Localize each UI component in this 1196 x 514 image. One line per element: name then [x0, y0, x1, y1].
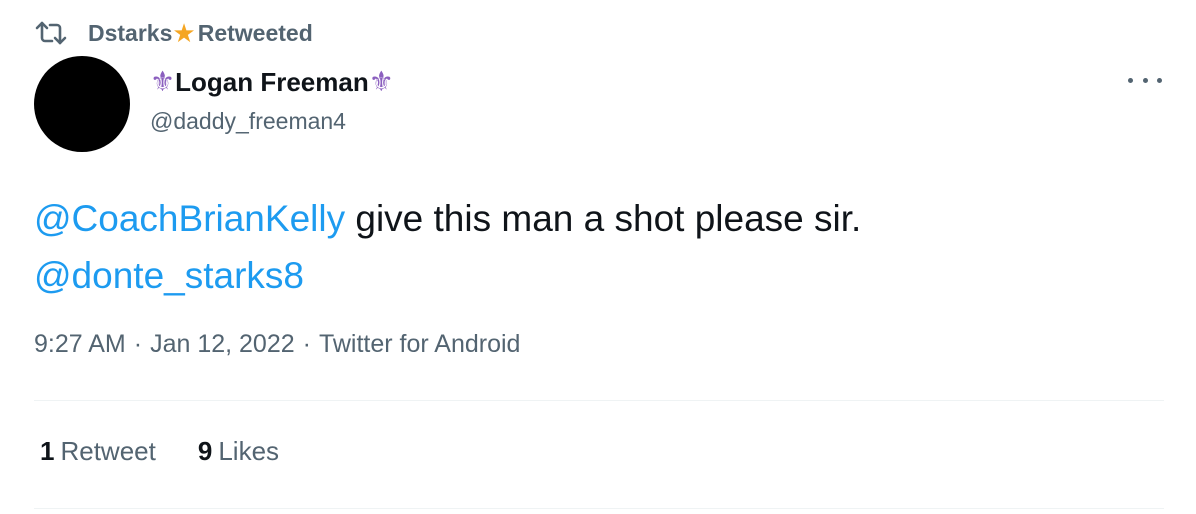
avatar[interactable]: [34, 56, 130, 152]
fleur-de-lis-icon: ⚜: [368, 66, 394, 97]
divider: [34, 400, 1164, 401]
retweets-label: Retweet: [60, 436, 156, 466]
mention-link[interactable]: @donte_starks8: [34, 255, 304, 296]
tweet-date[interactable]: Jan 12, 2022: [150, 330, 295, 359]
separator: ·: [302, 330, 311, 358]
retweeter-name[interactable]: Dstarks: [88, 20, 172, 47]
tweet-stats: 1 Retweet 9 Likes: [40, 436, 321, 467]
likes-stat[interactable]: 9 Likes: [198, 436, 279, 467]
dot: [1142, 77, 1148, 83]
mention-link[interactable]: @CoachBrianKelly: [34, 198, 345, 239]
tweet-body: give this man a shot please sir.: [345, 198, 862, 239]
retweet-icon: [34, 20, 68, 46]
dot: [1128, 77, 1133, 83]
fleur-de-lis-icon: ⚜: [150, 66, 176, 97]
retweeted-label: Retweeted: [197, 19, 313, 46]
divider: [34, 508, 1164, 509]
more-options-icon[interactable]: [1128, 70, 1162, 90]
tweet-text: @CoachBrianKelly give this man a shot pl…: [34, 190, 1164, 304]
author-display-name[interactable]: ⚜ Logan Freeman ⚜: [150, 62, 394, 102]
likes-count: 9: [197, 436, 213, 466]
tweet-source[interactable]: Twitter for Android: [319, 330, 520, 359]
tweet-metadata: 9:27 AM · Jan 12, 2022 · Twitter for And…: [34, 330, 520, 359]
tweet-time[interactable]: 9:27 AM: [34, 330, 126, 359]
retweets-count: 1: [40, 436, 55, 466]
author-handle[interactable]: @daddy_freeman4: [150, 108, 394, 135]
retweets-stat[interactable]: 1 Retweet: [40, 436, 156, 467]
dot: [1157, 77, 1162, 83]
likes-label: Likes: [218, 436, 280, 466]
separator: ·: [133, 330, 143, 358]
author-info: ⚜ Logan Freeman ⚜ @daddy_freeman4: [150, 62, 394, 135]
author-name: Logan Freeman: [175, 66, 369, 97]
star-emoji: ★: [172, 18, 196, 48]
retweet-context: Dstarks ★ Retweeted: [34, 18, 313, 48]
